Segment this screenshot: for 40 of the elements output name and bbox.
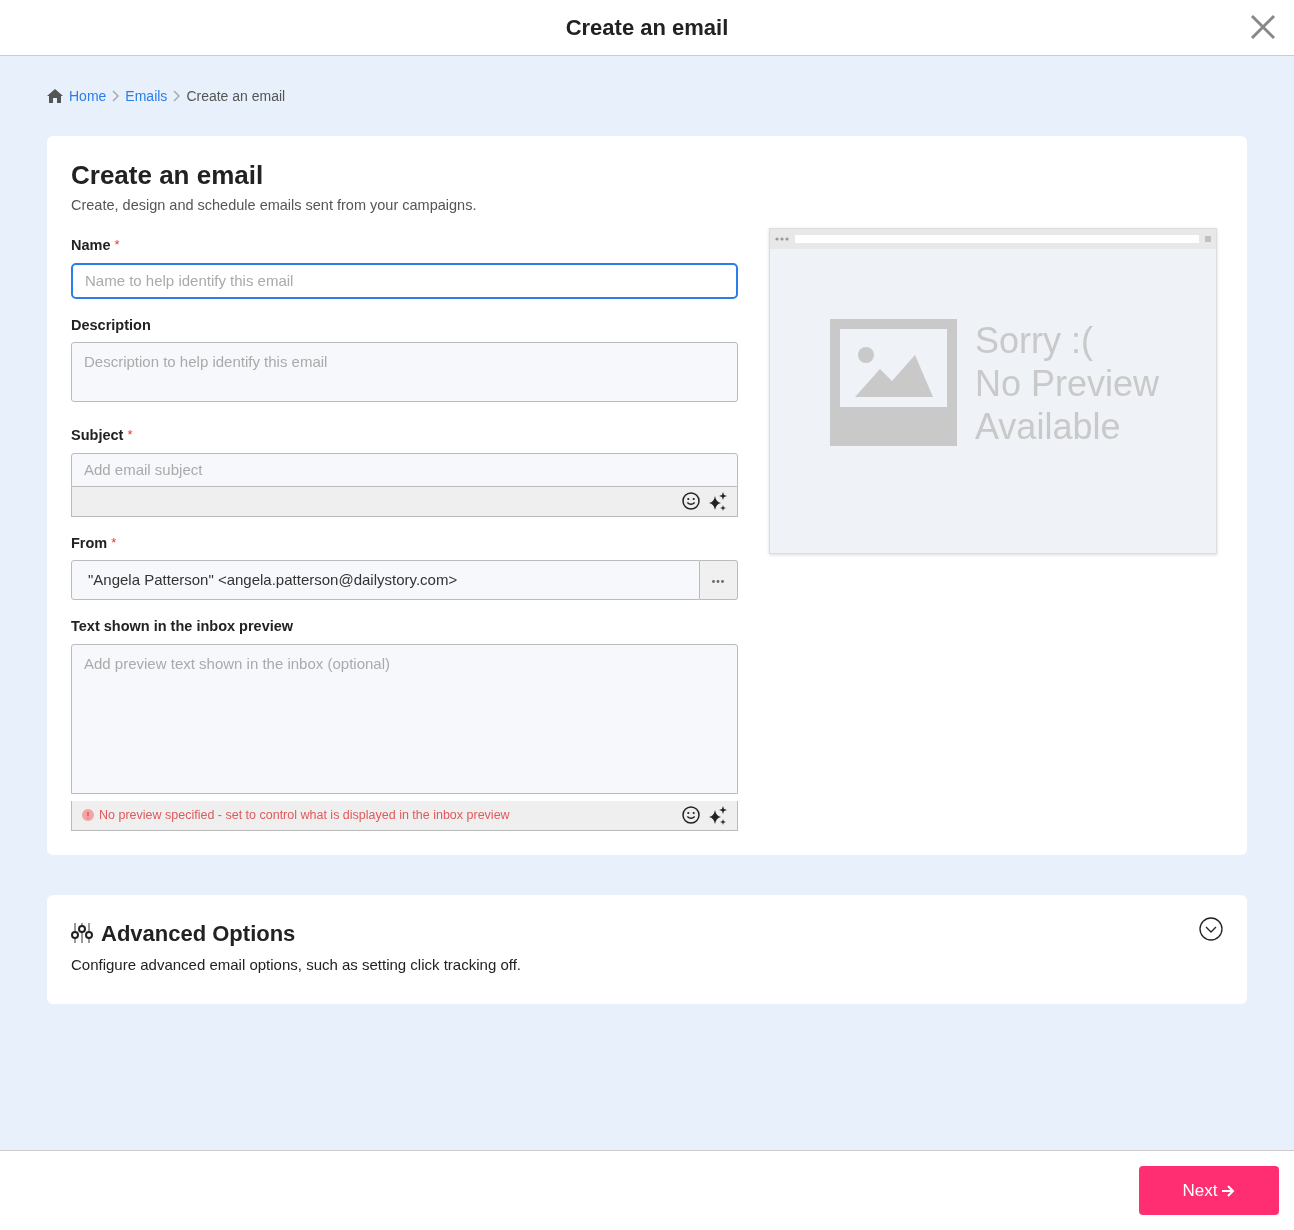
chevron-right-icon (173, 90, 181, 102)
text-area[interactable]: Description to help identify this email (71, 342, 738, 403)
sparkles-icon[interactable] (708, 805, 727, 825)
smiley-icon[interactable] (682, 805, 700, 824)
text-field[interactable]: "Angela Patterson" <angela.patterson@dailystory.com> (71, 560, 700, 601)
form-subtitle: Create, design and schedule emails sent from your campaigns. (71, 196, 478, 215)
image-placeholder-icon (830, 319, 957, 446)
more-icon (712, 579, 725, 583)
section-description: Configure advanced email options, such as setting click tracking off. (71, 954, 521, 975)
required-marker: * (114, 235, 120, 254)
breadcrumb-link[interactable]: Emails (125, 85, 168, 107)
next-button[interactable]: Next (1139, 1166, 1279, 1215)
close-icon[interactable] (1248, 12, 1278, 42)
text-area[interactable]: Add preview text shown in the inbox (optional) (71, 644, 738, 794)
field-label: Subject (71, 425, 124, 445)
sparkles-icon[interactable] (708, 491, 727, 511)
text-field[interactable]: Add email subject (71, 452, 738, 487)
field-label: Name (71, 235, 111, 255)
window-title: Create an email (565, 14, 729, 42)
required-marker: * (111, 533, 117, 552)
smiley-icon[interactable] (682, 492, 700, 510)
text-field[interactable]: Name to help identify this email (71, 262, 738, 299)
required-marker: * (127, 425, 133, 444)
arrow-right-icon (1221, 1183, 1236, 1198)
breadcrumb-link[interactable]: Home (69, 85, 107, 107)
alert-icon (82, 809, 94, 821)
field-label: From (71, 533, 108, 553)
field-label: Text shown in the inbox preview (71, 617, 294, 637)
warning-text: No preview specified - set to control what is displayed in the inbox preview (99, 806, 510, 824)
expand-toggle[interactable] (1199, 916, 1223, 941)
sliders-icon (71, 922, 93, 944)
breadcrumb-current: Create an email (186, 86, 286, 106)
chevron-down-icon (1199, 916, 1223, 941)
menu-icon (1205, 236, 1211, 242)
chevron-right-icon (112, 90, 120, 102)
home-icon (47, 89, 63, 103)
form-title: Create an email (71, 159, 265, 192)
field-label: Description (71, 315, 151, 335)
window-dots-icon (775, 237, 789, 241)
section-title: Advanced Options (101, 919, 296, 948)
